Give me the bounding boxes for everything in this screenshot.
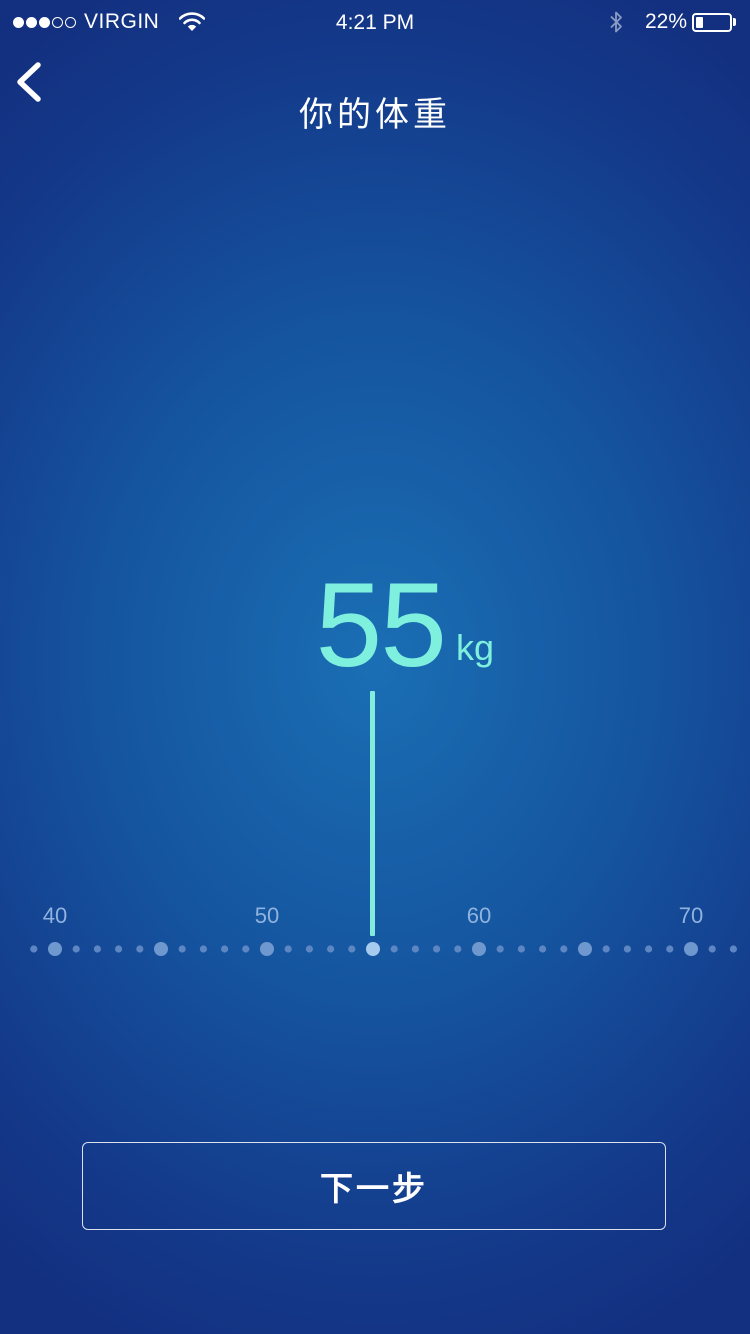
- ruler-dot-major[interactable]: [472, 942, 486, 956]
- ruler-dot[interactable]: [390, 945, 398, 953]
- ruler-dots[interactable]: [0, 895, 750, 975]
- weight-display: 55 kg: [0, 560, 750, 690]
- ruler-dot[interactable]: [284, 945, 292, 953]
- ruler-dot[interactable]: [221, 945, 229, 953]
- next-step-label: 下一步: [320, 1169, 428, 1208]
- ruler-dot[interactable]: [708, 945, 716, 953]
- ruler-dot[interactable]: [348, 945, 356, 953]
- ruler-dot[interactable]: [517, 945, 526, 953]
- weight-ruler[interactable]: 40 50 60 70: [0, 895, 750, 975]
- weight-value: 55: [315, 558, 447, 692]
- ruler-dot[interactable]: [602, 945, 610, 953]
- ruler-dot[interactable]: [560, 945, 568, 953]
- ruler-dot-major[interactable]: [260, 942, 274, 956]
- ruler-dot[interactable]: [242, 945, 250, 953]
- weight-unit: kg: [456, 627, 495, 668]
- ruler-tick-label: 60: [466, 903, 492, 928]
- status-right: 22%: [609, 9, 736, 35]
- ruler-dot[interactable]: [729, 945, 738, 953]
- ruler-dot[interactable]: [433, 945, 441, 953]
- ruler-dot[interactable]: [623, 945, 632, 953]
- ruler-tick-label: 40: [42, 903, 68, 928]
- next-step-button[interactable]: 下一步: [82, 1142, 666, 1230]
- ruler-dot[interactable]: [178, 945, 186, 953]
- ruler-dot[interactable]: [136, 945, 144, 953]
- ruler-dot[interactable]: [115, 945, 123, 953]
- battery-icon: [692, 12, 732, 32]
- ruler-dot-major[interactable]: [578, 942, 592, 956]
- nav-bar: 你的体重: [0, 44, 750, 135]
- ruler-dot[interactable]: [72, 945, 80, 953]
- ruler-dot[interactable]: [454, 945, 462, 953]
- ruler-dot[interactable]: [30, 945, 38, 953]
- ruler-tick-label: 70: [678, 903, 704, 928]
- ruler-dot[interactable]: [645, 945, 653, 953]
- status-bar: VIRGIN 4:21 PM 22%: [0, 0, 750, 44]
- ruler-dot[interactable]: [93, 945, 101, 953]
- ruler-dot-major[interactable]: [48, 942, 62, 956]
- ruler-dot[interactable]: [305, 945, 313, 953]
- ruler-dot[interactable]: [411, 945, 419, 953]
- battery-tip: [733, 18, 736, 26]
- ruler-dot[interactable]: [666, 945, 674, 953]
- ruler-tick-label: 50: [254, 903, 280, 928]
- ruler-dot-major[interactable]: [684, 942, 698, 956]
- ruler-dot[interactable]: [199, 945, 207, 953]
- ruler-dot[interactable]: [496, 945, 504, 953]
- ruler-dot[interactable]: [539, 945, 547, 953]
- bluetooth-icon: [610, 11, 622, 33]
- page-title: 你的体重: [299, 94, 451, 135]
- battery-percent: 22%: [644, 10, 687, 33]
- ruler-dot-selected[interactable]: [366, 942, 380, 956]
- ruler-dot-major[interactable]: [154, 942, 168, 956]
- battery-fill: [696, 16, 703, 28]
- ruler-dot[interactable]: [327, 945, 335, 953]
